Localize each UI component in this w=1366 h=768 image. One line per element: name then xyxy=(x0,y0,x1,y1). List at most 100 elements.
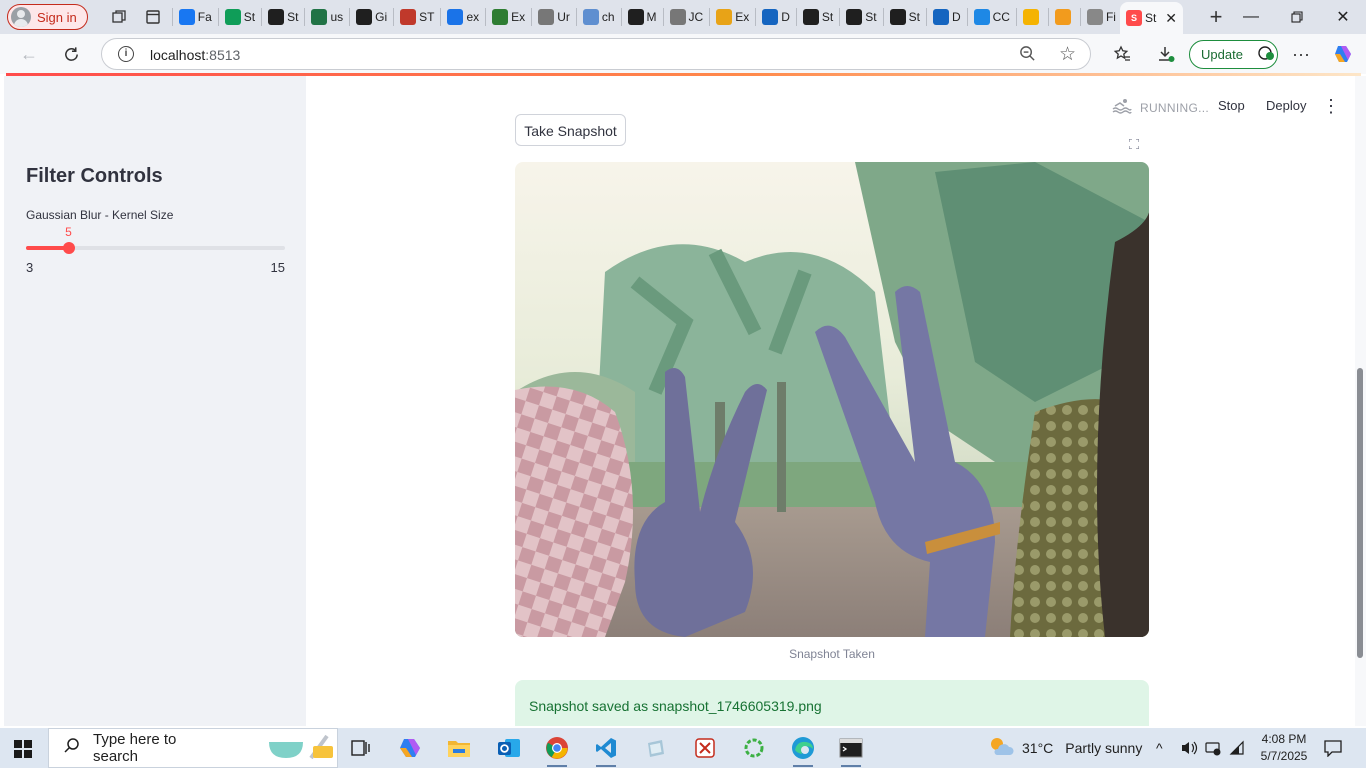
workspaces-icon[interactable] xyxy=(102,0,136,34)
tab-crown-1[interactable]: St xyxy=(799,0,837,34)
main-content: RUNNING... Stop Deploy ⋮ Take Snapshot S… xyxy=(306,76,1355,726)
app-window-icon[interactable] xyxy=(636,733,676,763)
outlook-icon[interactable] xyxy=(489,733,529,763)
tab-separator xyxy=(485,8,487,26)
tab-title: ST xyxy=(419,10,435,24)
chrome-icon[interactable] xyxy=(537,733,577,767)
browser-tab-strip: Sign in Fa St St us Gi ST ex Ex Ur ch M JC Ex D St St St… xyxy=(0,0,1366,34)
tab-separator xyxy=(349,8,351,26)
tab-search-1[interactable]: ex xyxy=(443,0,483,34)
tab-title: Ex xyxy=(511,10,526,24)
windows-start-icon[interactable] xyxy=(14,740,32,758)
kernel-size-slider[interactable] xyxy=(26,242,285,254)
page-scrollbar[interactable] xyxy=(1355,76,1366,726)
fullscreen-icon[interactable] xyxy=(1124,134,1144,154)
tab-streamlit-green[interactable]: St xyxy=(221,0,259,34)
tab-separator xyxy=(217,8,219,26)
back-arrow-icon[interactable]: ← xyxy=(14,39,44,69)
windows-taskbar: Type here to search 31°C Partly sunny ^ … xyxy=(0,728,1366,768)
tab-notebook[interactable] xyxy=(1051,0,1078,34)
tab-actions-icon[interactable] xyxy=(136,0,170,34)
file-explorer-icon[interactable] xyxy=(439,733,479,763)
downloads-icon[interactable] xyxy=(1151,39,1181,69)
weather-description: Partly sunny xyxy=(1065,740,1143,756)
clock-date: 5/7/2025 xyxy=(1260,749,1308,763)
minimize-icon[interactable]: — xyxy=(1228,0,1274,34)
tab-settings[interactable]: Fi xyxy=(1083,0,1120,34)
tab-emoji[interactable] xyxy=(1019,0,1046,34)
active-tab-title: St xyxy=(1144,11,1157,25)
tab-title: Fa xyxy=(197,10,212,24)
stop-button[interactable]: Stop xyxy=(1218,98,1245,113)
clock-time: 4:08 PM xyxy=(1261,732,1307,746)
tab-active[interactable]: S St ✕ xyxy=(1119,2,1184,34)
terminal-icon[interactable] xyxy=(831,733,871,767)
tab-globe-1[interactable]: Ur xyxy=(534,0,574,34)
sign-in-label: Sign in xyxy=(37,9,77,25)
close-window-icon[interactable]: ✕ xyxy=(1320,0,1366,34)
refresh-icon[interactable] xyxy=(56,39,86,69)
notifications-icon[interactable] xyxy=(1323,728,1343,768)
tab-github-2[interactable]: Gi xyxy=(352,0,391,34)
tab-facebook[interactable]: Fa xyxy=(175,0,216,34)
tab-excel[interactable]: us xyxy=(307,0,347,34)
tab-separator xyxy=(575,8,577,26)
tab-crown-2[interactable]: St xyxy=(842,0,880,34)
tab-crown-3[interactable]: St xyxy=(886,0,924,34)
main-menu-icon[interactable]: ⋮ xyxy=(1322,96,1340,117)
tab-search-2[interactable]: ch xyxy=(579,0,619,34)
restore-icon[interactable] xyxy=(1274,0,1320,34)
tab-separator xyxy=(662,8,664,26)
favorites-icon[interactable] xyxy=(1107,39,1137,69)
scrollbar-thumb[interactable] xyxy=(1357,368,1363,658)
vscode-icon[interactable] xyxy=(586,733,626,767)
tab-title: D xyxy=(951,10,961,24)
streamlit-icon: S xyxy=(1125,10,1142,26)
grid-icon xyxy=(762,9,779,25)
edge-icon[interactable] xyxy=(783,733,823,767)
tab-copilot[interactable]: CC xyxy=(970,0,1014,34)
more-options-icon[interactable]: ··· xyxy=(1286,39,1316,69)
taskbar-search-box[interactable]: Type here to search xyxy=(48,728,338,768)
tab-dashboard-1[interactable]: D xyxy=(758,0,794,34)
tab-pdf[interactable]: ST xyxy=(396,0,438,34)
wifi-icon[interactable] xyxy=(1229,728,1247,768)
task-view-icon[interactable] xyxy=(340,733,380,763)
show-hidden-icons-icon[interactable]: ^ xyxy=(1156,728,1163,768)
weather-widget[interactable]: 31°C Partly sunny xyxy=(988,728,1142,768)
system-clock[interactable]: 4:08 PM 5/7/2025 xyxy=(1254,731,1314,765)
network-status-icon[interactable] xyxy=(1204,728,1222,768)
slider-max-label: 15 xyxy=(270,260,285,275)
tab-separator xyxy=(882,8,884,26)
copilot-taskbar-icon[interactable] xyxy=(390,733,430,763)
update-button[interactable]: Update xyxy=(1189,40,1278,69)
loading-app-icon[interactable] xyxy=(734,733,774,763)
tab-title: us xyxy=(330,10,344,24)
copilot-icon[interactable] xyxy=(1328,39,1358,69)
volume-icon[interactable] xyxy=(1180,728,1198,768)
site-info-icon[interactable]: i xyxy=(118,46,134,62)
tab-github-1[interactable]: St xyxy=(264,0,302,34)
address-bar[interactable]: i localhost:8513 ☆ xyxy=(101,38,1091,70)
take-snapshot-button[interactable]: Take Snapshot xyxy=(515,114,626,146)
sidebar-title: Filter Controls xyxy=(26,165,163,187)
sign-in-button[interactable]: Sign in xyxy=(7,4,88,30)
close-tab-icon[interactable]: ✕ xyxy=(1165,10,1177,27)
slider-thumb[interactable] xyxy=(63,242,76,254)
tab-sheet[interactable]: Ex xyxy=(488,0,529,34)
snipping-tool-icon[interactable] xyxy=(685,733,725,763)
tab-separator xyxy=(171,8,173,26)
excel-icon xyxy=(311,9,328,25)
zoom-icon[interactable] xyxy=(1019,45,1036,67)
update-label: Update xyxy=(1201,47,1243,62)
tab-folder[interactable]: Ex xyxy=(712,0,753,34)
tab-openai[interactable]: M xyxy=(624,0,661,34)
plus-icon xyxy=(224,9,241,25)
running-status-text: RUNNING... xyxy=(1140,100,1209,115)
notebook-icon xyxy=(1054,9,1071,25)
search-placeholder: Type here to search xyxy=(93,731,177,765)
tab-dashboard-2[interactable]: D xyxy=(929,0,965,34)
tab-globe-2[interactable]: JC xyxy=(666,0,708,34)
favorite-star-icon[interactable]: ☆ xyxy=(1059,43,1076,66)
deploy-button[interactable]: Deploy xyxy=(1266,98,1306,113)
